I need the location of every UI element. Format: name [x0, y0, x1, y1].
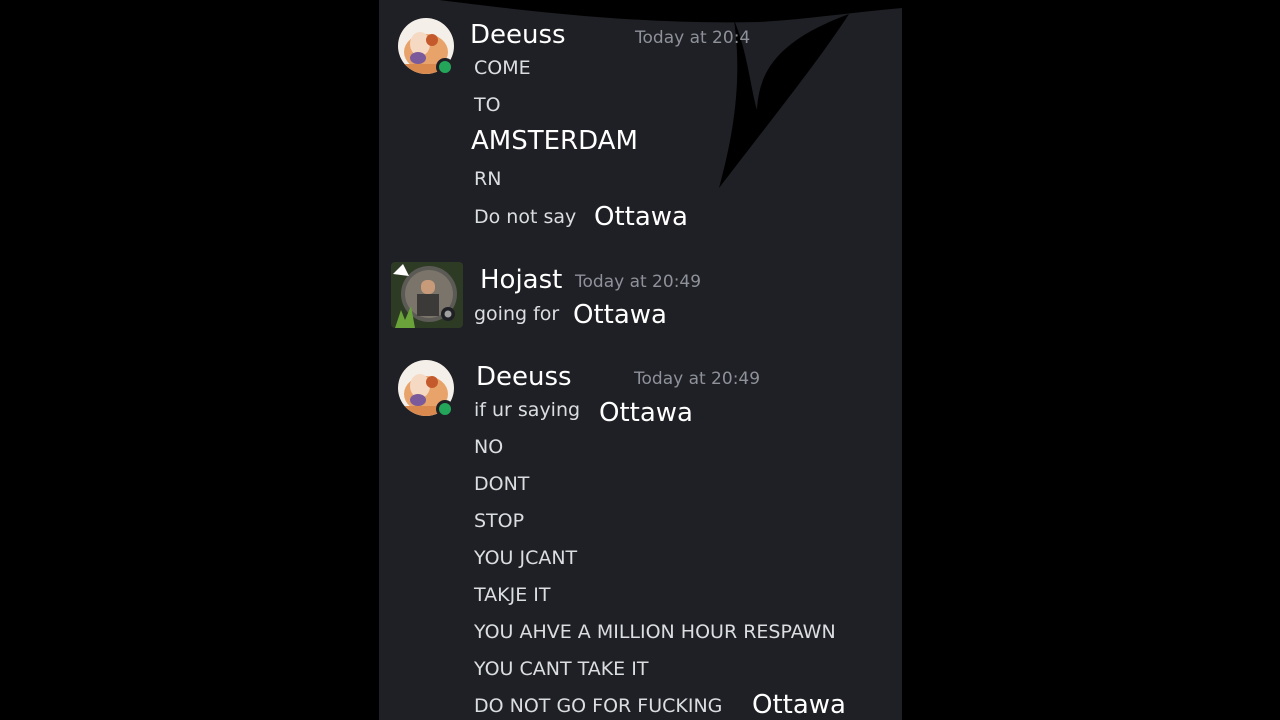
- message-line: TAKJE IT: [474, 584, 551, 606]
- chat-panel: Deeuss Today at 20:4 COME TO AMSTERDAM R…: [379, 0, 902, 720]
- message-line: going for: [474, 303, 560, 325]
- online-status-icon: [436, 58, 454, 76]
- message-line: YOU AHVE A MILLION HOUR RESPAWN: [474, 621, 836, 643]
- online-status-icon: [436, 400, 454, 418]
- message-author[interactable]: Deeuss: [470, 20, 566, 50]
- photo-avatar-icon: [391, 262, 463, 328]
- message-author[interactable]: Hojast: [480, 265, 562, 295]
- ottawa-overlay-text: Ottawa: [599, 398, 693, 428]
- message-line: RN: [474, 168, 502, 190]
- message-line: YOU JCANT: [474, 547, 578, 569]
- message-author[interactable]: Deeuss: [476, 362, 572, 392]
- message-line: DO NOT GO FOR FUCKING: [474, 695, 723, 717]
- message-line: STOP: [474, 510, 525, 532]
- message-line: YOU CANT TAKE IT: [474, 658, 649, 680]
- message-timestamp: Today at 20:4: [635, 28, 751, 48]
- message-line: AMSTERDAM: [471, 126, 638, 156]
- message-line: NO: [474, 436, 504, 458]
- message-timestamp: Today at 20:49: [634, 369, 761, 389]
- video-frame: Deeuss Today at 20:4 COME TO AMSTERDAM R…: [0, 0, 1280, 720]
- avatar[interactable]: [398, 18, 454, 76]
- avatar[interactable]: [391, 262, 463, 328]
- avatar[interactable]: [398, 360, 454, 418]
- message-line: if ur saying: [474, 399, 581, 421]
- message-line: Do not say: [474, 206, 577, 228]
- message-line: DONT: [474, 473, 530, 495]
- ottawa-overlay-text: Ottawa: [594, 202, 688, 232]
- message-line: COME: [474, 57, 531, 79]
- message-timestamp: Today at 20:49: [575, 272, 702, 292]
- ottawa-overlay-text: Ottawa: [573, 300, 667, 330]
- message-line: TO: [474, 94, 501, 116]
- ottawa-overlay-text: Ottawa: [752, 690, 846, 720]
